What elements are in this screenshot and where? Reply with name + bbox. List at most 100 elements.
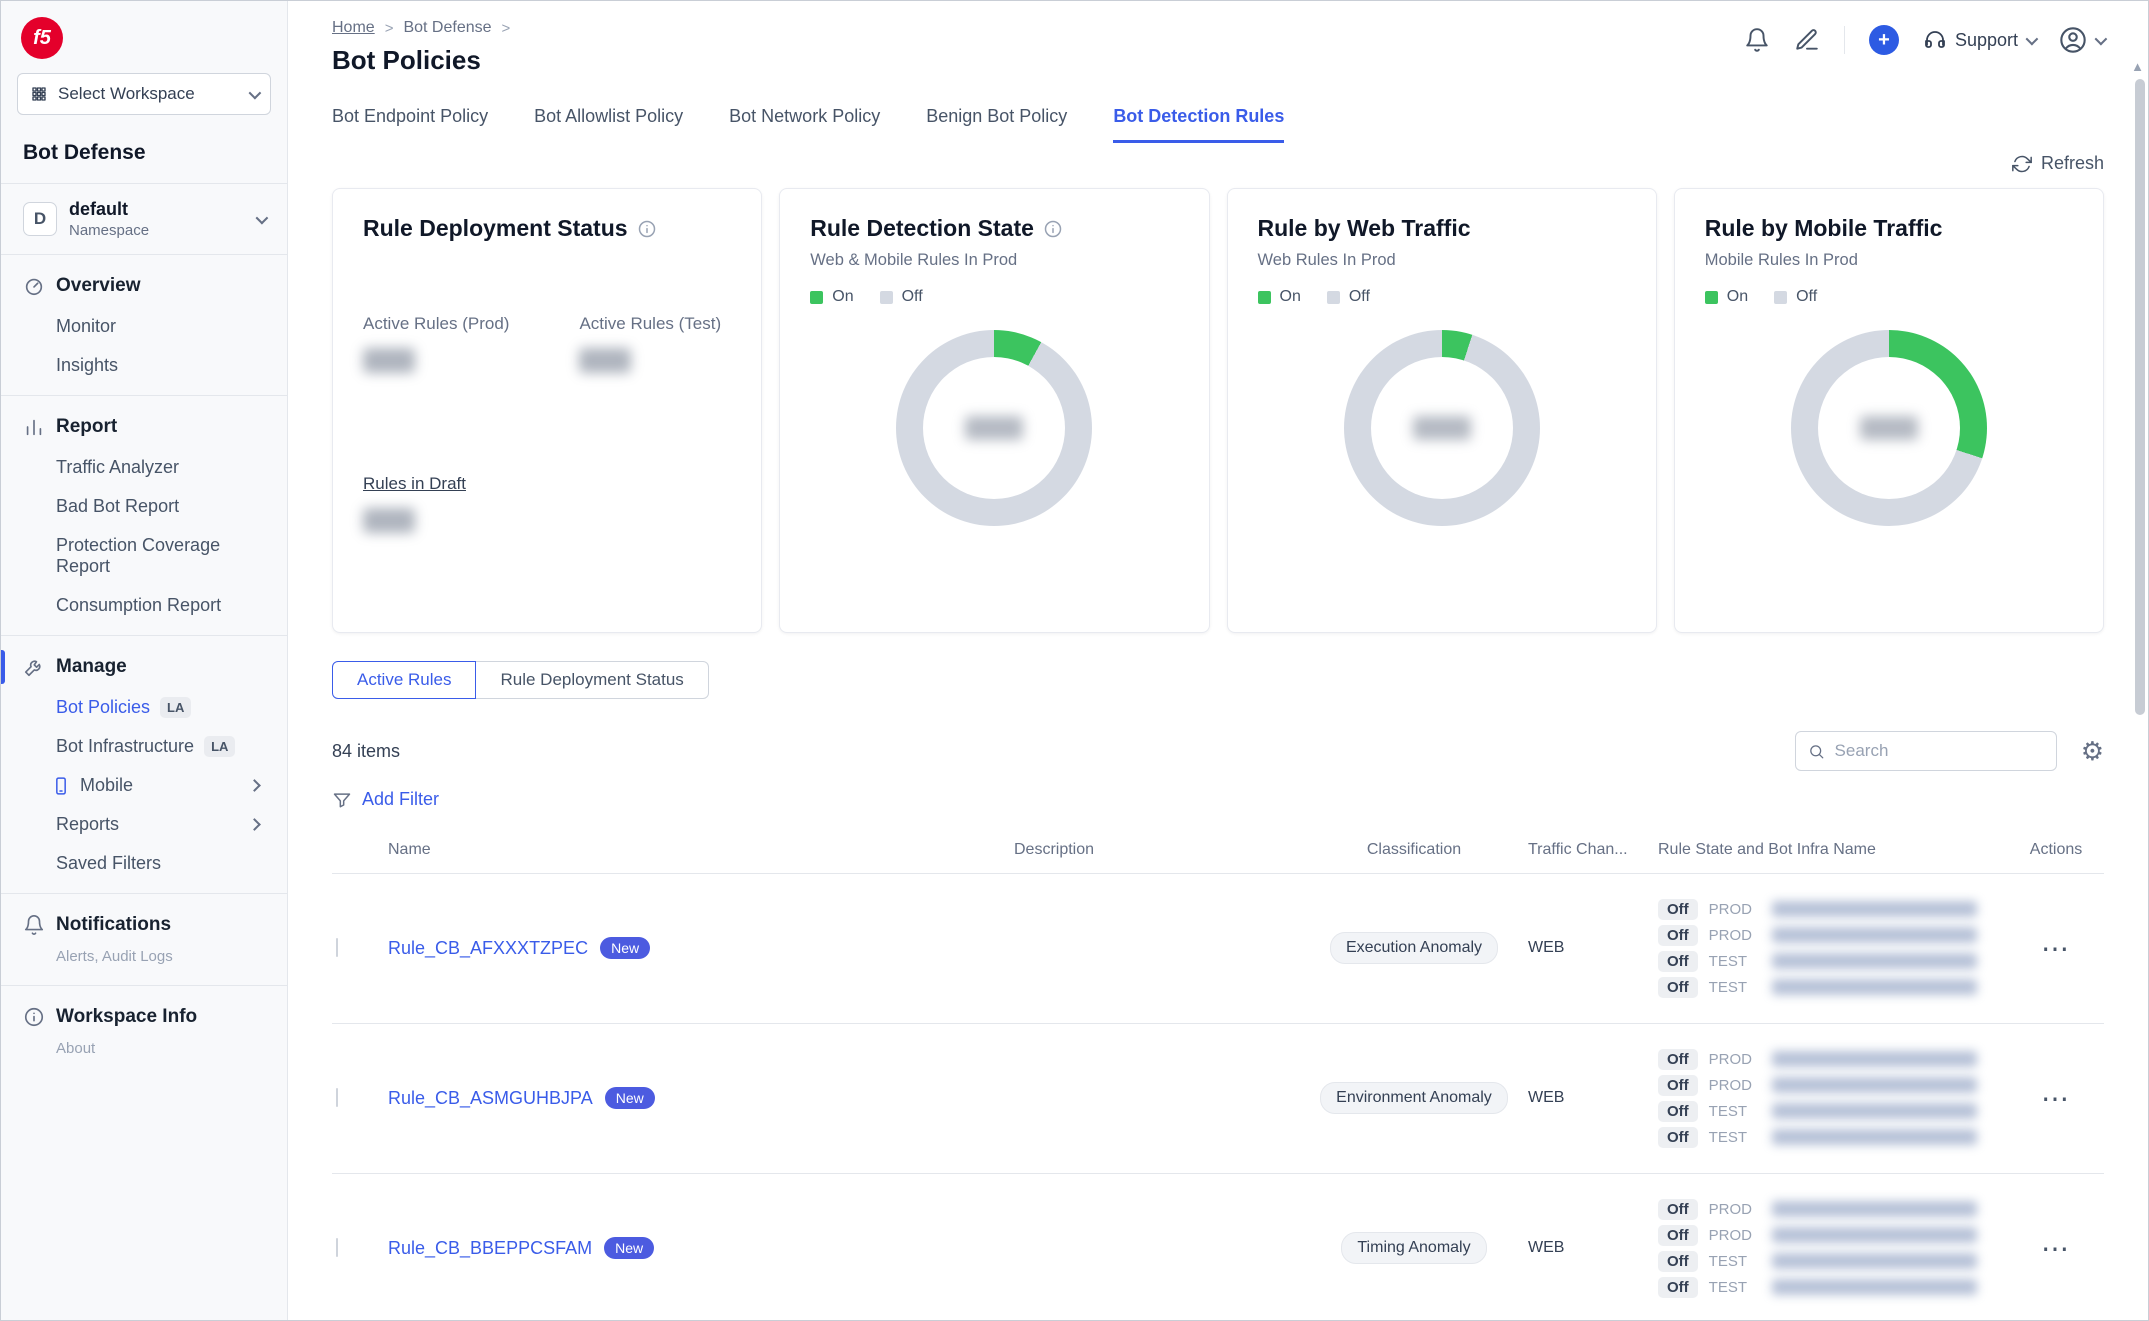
- divider: [1844, 26, 1845, 54]
- sidebar-item-traffic-analyzer[interactable]: Traffic Analyzer: [17, 448, 271, 487]
- nav-item-label: Bot Infrastructure: [56, 736, 194, 757]
- refresh-label: Refresh: [2041, 153, 2104, 174]
- row-checkbox[interactable]: [336, 1238, 338, 1257]
- toggle-active-rules[interactable]: Active Rules: [332, 661, 476, 699]
- sidebar-item-bad-bot-report[interactable]: Bad Bot Report: [17, 487, 271, 526]
- rule-name-link[interactable]: Rule_CB_ASMGUHBJPA: [388, 1088, 593, 1109]
- row-checkbox[interactable]: [336, 1088, 338, 1107]
- sidebar-section-manage[interactable]: Manage: [17, 646, 271, 688]
- card-rule-deployment-status: Rule Deployment Status Active Rules (Pro…: [332, 188, 762, 633]
- search-box: [1795, 731, 2057, 771]
- tab-bot-detection-rules[interactable]: Bot Detection Rules: [1113, 106, 1284, 143]
- rules-in-draft-link[interactable]: Rules in Draft: [363, 474, 466, 493]
- info-icon[interactable]: [637, 219, 657, 239]
- sidebar-section-notifications[interactable]: Notifications: [17, 904, 271, 946]
- workspace-info-subtitle: About: [17, 1038, 271, 1067]
- pencil-icon[interactable]: [1794, 27, 1820, 53]
- breadcrumb-separator: >: [385, 20, 394, 37]
- row-actions-menu[interactable]: ⋯: [2008, 1082, 2104, 1115]
- row-actions-menu[interactable]: ⋯: [2008, 1232, 2104, 1265]
- redacted-value: [1772, 901, 1977, 917]
- tab-bot-endpoint-policy[interactable]: Bot Endpoint Policy: [332, 106, 488, 143]
- info-icon[interactable]: [1043, 219, 1063, 239]
- section-label: Workspace Info: [56, 1006, 197, 1028]
- redacted-value: [1413, 416, 1471, 440]
- rule-name-link[interactable]: Rule_CB_AFXXXTZPEC: [388, 938, 588, 959]
- env-label: PROD: [1709, 927, 1761, 944]
- legend-on-label: On: [1727, 288, 1748, 306]
- legend: On Off: [1258, 288, 1626, 306]
- sidebar-item-consumption-report[interactable]: Consumption Report: [17, 586, 271, 625]
- classification-badge: Execution Anomaly: [1330, 932, 1498, 964]
- card-rule-by-web-traffic: Rule by Web Traffic Web Rules In Prod On…: [1227, 188, 1657, 633]
- sidebar-item-protection-coverage-report[interactable]: Protection Coverage Report: [17, 526, 271, 586]
- card-rule-by-mobile-traffic: Rule by Mobile Traffic Mobile Rules In P…: [1674, 188, 2104, 633]
- classification-badge: Timing Anomaly: [1341, 1232, 1486, 1264]
- classification-badge: Environment Anomaly: [1320, 1082, 1508, 1114]
- redacted-value: [1772, 1253, 1977, 1269]
- rule-state-cell: OffPROD OffPROD OffTEST OffTEST: [1658, 1044, 2008, 1153]
- tab-bot-allowlist-policy[interactable]: Bot Allowlist Policy: [534, 106, 683, 143]
- table-row: Rule_CB_ASMGUHBJPA New Environment Anoma…: [332, 1024, 2104, 1174]
- row-actions-menu[interactable]: ⋯: [2008, 932, 2104, 965]
- redacted-value: [1772, 953, 1977, 969]
- breadcrumb-separator: >: [502, 20, 511, 37]
- state-badge: Off: [1658, 925, 1698, 946]
- assistant-icon[interactable]: +: [1869, 25, 1899, 55]
- account-menu[interactable]: [2059, 26, 2104, 54]
- f5-logo-icon[interactable]: f5: [21, 17, 63, 59]
- legend-on-label: On: [1280, 288, 1301, 306]
- tab-bot-network-policy[interactable]: Bot Network Policy: [729, 106, 880, 143]
- sidebar-section-workspace-info[interactable]: Workspace Info: [17, 996, 271, 1038]
- state-badge: Off: [1658, 1251, 1698, 1272]
- env-label: PROD: [1709, 901, 1761, 918]
- toggle-rule-deployment-status[interactable]: Rule Deployment Status: [476, 661, 708, 699]
- sidebar-item-mobile[interactable]: Mobile: [17, 766, 271, 805]
- column-name: Name: [388, 841, 808, 859]
- legend-off-swatch: [1774, 291, 1787, 304]
- sidebar-item-insights[interactable]: Insights: [17, 346, 271, 385]
- table-row: Rule_CB_BBEPPCSFAM New Timing Anomaly WE…: [332, 1174, 2104, 1321]
- sidebar-item-monitor[interactable]: Monitor: [17, 307, 271, 346]
- sidebar-item-saved-filters[interactable]: Saved Filters: [17, 844, 271, 883]
- sidebar-item-bot-policies[interactable]: Bot Policies LA: [17, 688, 271, 727]
- column-rule-state: Rule State and Bot Infra Name: [1658, 841, 2008, 859]
- sidebar-section-overview[interactable]: Overview: [17, 265, 271, 307]
- new-badge: New: [604, 1237, 654, 1259]
- section-label: Report: [56, 416, 117, 438]
- notifications-bell-icon[interactable]: [1744, 27, 1770, 53]
- card-title: Rule by Mobile Traffic: [1705, 215, 1943, 242]
- view-toggle: Active Rules Rule Deployment Status: [332, 661, 709, 699]
- workspace-selector[interactable]: Select Workspace: [17, 73, 271, 115]
- sidebar-item-bot-infrastructure[interactable]: Bot Infrastructure LA: [17, 727, 271, 766]
- main-content: Home > Bot Defense > Bot Policies + Supp…: [288, 1, 2148, 1320]
- refresh-icon: [2012, 154, 2032, 174]
- support-menu[interactable]: Support: [1923, 28, 2035, 52]
- section-label: Overview: [56, 275, 141, 297]
- scrollbar-up-arrow[interactable]: ▲: [2131, 59, 2144, 74]
- column-description: Description: [1014, 841, 1094, 859]
- scrollbar[interactable]: [2135, 79, 2145, 715]
- sidebar-item-reports[interactable]: Reports: [17, 805, 271, 844]
- state-badge: Off: [1658, 1075, 1698, 1096]
- search-input[interactable]: [1835, 741, 2044, 761]
- tab-benign-bot-policy[interactable]: Benign Bot Policy: [926, 106, 1067, 143]
- grid-icon: [30, 85, 48, 103]
- sidebar: f5 Select Workspace Bot Defense D defaul…: [1, 1, 288, 1320]
- product-title: Bot Defense: [23, 141, 271, 165]
- workspace-selector-label: Select Workspace: [58, 84, 239, 104]
- legend-off-label: Off: [902, 288, 923, 306]
- breadcrumb-home-link[interactable]: Home: [332, 19, 375, 37]
- namespace-selector[interactable]: D default Namespace: [17, 184, 271, 254]
- add-filter-button[interactable]: Add Filter: [332, 789, 439, 810]
- refresh-button[interactable]: Refresh: [2012, 153, 2104, 174]
- bar-chart-icon: [23, 416, 45, 438]
- rule-name-link[interactable]: Rule_CB_BBEPPCSFAM: [388, 1238, 592, 1259]
- redacted-value: [579, 348, 631, 373]
- gear-icon[interactable]: ⚙: [2081, 738, 2104, 764]
- sidebar-section-report[interactable]: Report: [17, 406, 271, 448]
- row-checkbox[interactable]: [336, 938, 338, 957]
- env-label: PROD: [1709, 1227, 1761, 1244]
- section-label: Notifications: [56, 914, 171, 936]
- env-label: TEST: [1709, 953, 1761, 970]
